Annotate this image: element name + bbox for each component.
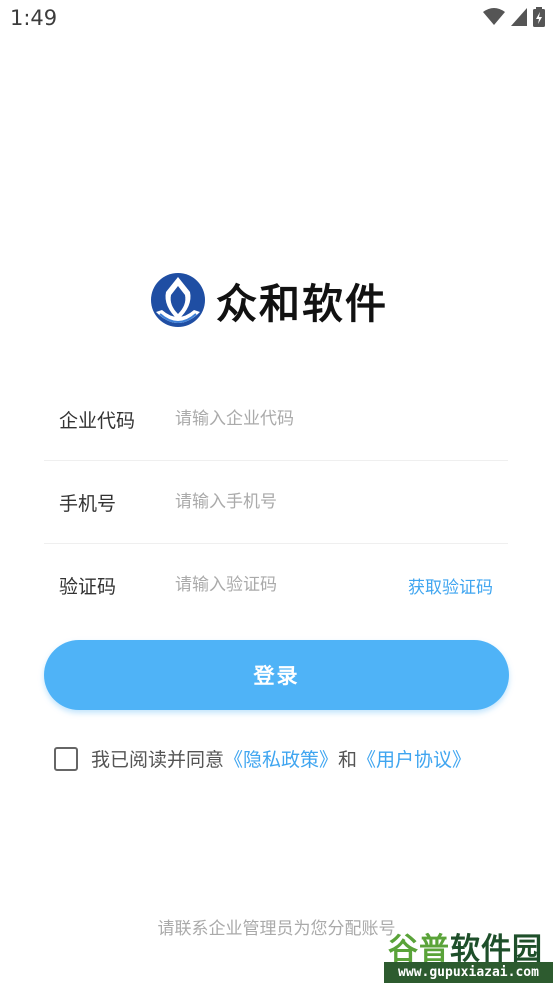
battery-icon xyxy=(533,7,545,27)
company-code-input[interactable] xyxy=(175,409,508,429)
status-icons xyxy=(483,7,545,27)
privacy-policy-link[interactable]: 《隐私政策》 xyxy=(224,749,338,771)
login-button[interactable]: 登录 xyxy=(44,640,509,710)
get-code-button[interactable]: 获取验证码 xyxy=(408,573,493,598)
agreement-checkbox[interactable] xyxy=(54,746,78,771)
status-bar: 1:49 xyxy=(0,0,553,38)
app-logo: 众和软件 xyxy=(150,270,388,330)
watermark: 谷普软件园 www.gupuxiazai.com xyxy=(384,922,553,983)
app-name: 众和软件 xyxy=(216,280,388,328)
phone-label: 手机号 xyxy=(59,492,117,515)
agreement-text: 我已阅读并同意《隐私政策》和《用户协议》 xyxy=(91,745,471,772)
verification-code-label: 验证码 xyxy=(59,575,117,598)
agreement-prefix: 我已阅读并同意 xyxy=(91,749,225,771)
company-code-label: 企业代码 xyxy=(59,409,136,432)
agreement-and: 和 xyxy=(338,749,358,771)
phone-input[interactable] xyxy=(175,492,508,512)
agreement: 我已阅读并同意《隐私政策》和《用户协议》 xyxy=(54,745,471,772)
phone-row: 手机号 xyxy=(44,461,508,544)
logo-icon xyxy=(151,273,205,327)
user-agreement-link[interactable]: 《用户协议》 xyxy=(357,749,471,771)
wifi-icon xyxy=(483,8,505,25)
login-form: 企业代码 手机号 验证码 获取验证码 xyxy=(44,378,508,626)
company-code-row: 企业代码 xyxy=(44,378,508,461)
signal-icon xyxy=(511,8,527,26)
verification-code-row: 验证码 获取验证码 xyxy=(44,544,508,626)
status-time: 1:49 xyxy=(10,6,58,30)
login-screen: 1:49 众和软件 企业代码 请输入企业代码 手机号 请输入手机号 验证码 请输… xyxy=(0,0,553,983)
watermark-url: www.gupuxiazai.com xyxy=(384,962,553,983)
